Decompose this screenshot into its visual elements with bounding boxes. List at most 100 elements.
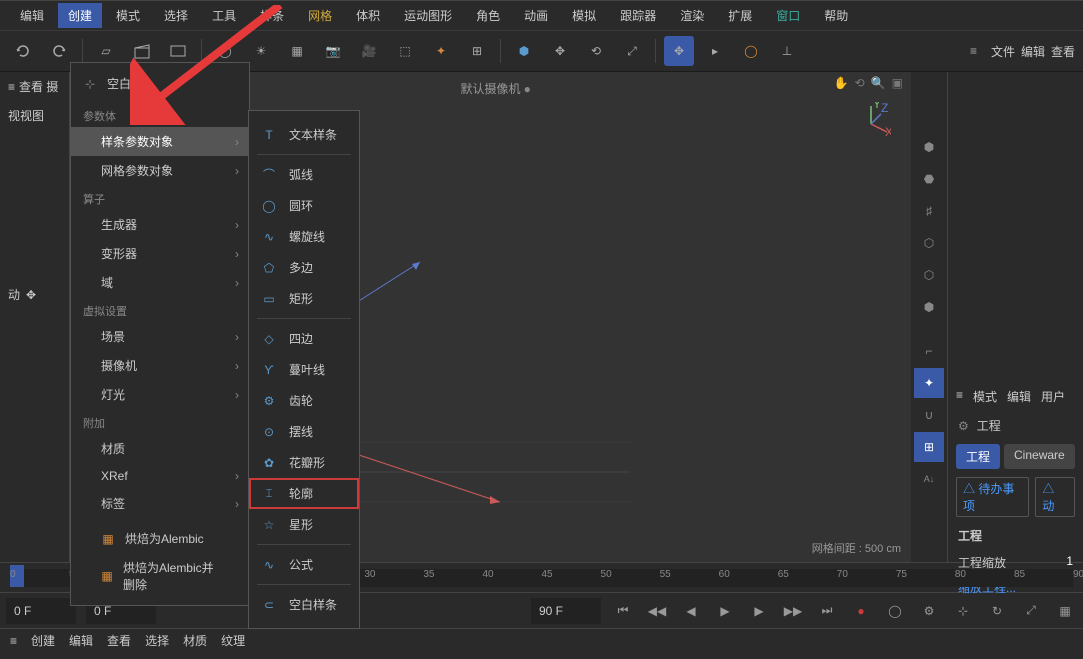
- tool-field[interactable]: ⊞: [462, 36, 492, 66]
- menu-volume[interactable]: 体积: [346, 3, 390, 28]
- attr-edit[interactable]: 编辑: [1007, 388, 1031, 405]
- sm-circle[interactable]: ◯圆环: [249, 190, 359, 221]
- panel-edit[interactable]: 编辑: [1021, 43, 1045, 60]
- sm-text[interactable]: T文本样条: [249, 119, 359, 150]
- tool-effector[interactable]: ✦: [426, 36, 456, 66]
- sm-empty-spline[interactable]: ⊂空白样条: [249, 589, 359, 620]
- mi-tag[interactable]: 标签›: [71, 489, 249, 518]
- hamburger-icon[interactable]: ≡: [970, 44, 977, 58]
- mi-deformer[interactable]: 变形器›: [71, 239, 249, 268]
- menu-simulate[interactable]: 模拟: [562, 3, 606, 28]
- sb-axis[interactable]: ⌐: [914, 336, 944, 366]
- bm-texture[interactable]: 纹理: [221, 632, 245, 649]
- bm-view[interactable]: 查看: [107, 632, 131, 649]
- sb-workplane[interactable]: ⊞: [914, 432, 944, 462]
- sm-cogwheel[interactable]: ⚙齿轮: [249, 385, 359, 416]
- sb-magnet[interactable]: ∪: [914, 400, 944, 430]
- menu-mode[interactable]: 模式: [106, 3, 150, 28]
- record-button[interactable]: ●: [849, 599, 873, 623]
- menu-tools[interactable]: 工具: [202, 3, 246, 28]
- play-button[interactable]: ▶: [713, 599, 737, 623]
- tool-axis[interactable]: ✥: [664, 36, 694, 66]
- bm-select[interactable]: 选择: [145, 632, 169, 649]
- menu-help[interactable]: 帮助: [814, 3, 858, 28]
- mi-bake-alembic-del[interactable]: ▦烘焙为Alembic并删除: [71, 553, 249, 599]
- left-row1[interactable]: 查看 摄: [19, 78, 58, 95]
- tool-camera2[interactable]: 🎥: [354, 36, 384, 66]
- tool-rotate[interactable]: ⟲: [581, 36, 611, 66]
- key-options-button[interactable]: ⚙: [917, 599, 941, 623]
- frame-end[interactable]: 90 F: [531, 598, 601, 624]
- menu-animate[interactable]: 动画: [514, 3, 558, 28]
- sm-profile[interactable]: ⌶轮廓: [249, 478, 359, 509]
- maximize-icon[interactable]: ▣: [892, 76, 903, 90]
- tool-light[interactable]: ☀: [246, 36, 276, 66]
- tool-scale[interactable]: ⤢: [617, 36, 647, 66]
- rotate-view-icon[interactable]: ⟲: [855, 76, 865, 90]
- tab-project[interactable]: 工程: [956, 444, 1000, 469]
- hamburger-icon[interactable]: ≡: [10, 634, 17, 648]
- mi-generator[interactable]: 生成器›: [71, 210, 249, 239]
- menu-extensions[interactable]: 扩展: [718, 3, 762, 28]
- key-pos-button[interactable]: ⊹: [951, 599, 975, 623]
- mi-bake-alembic[interactable]: ▦烘焙为Alembic: [71, 524, 249, 553]
- sm-cissoid[interactable]: Ƴ蔓叶线: [249, 354, 359, 385]
- zoom-icon[interactable]: 🔍: [871, 76, 886, 90]
- goto-end-button[interactable]: ⏭: [815, 599, 839, 623]
- sb-hex3[interactable]: ⬡: [914, 260, 944, 290]
- sm-star[interactable]: ☆星形: [249, 509, 359, 540]
- sm-rect[interactable]: ▭矩形: [249, 283, 359, 314]
- mi-scene[interactable]: 场景›: [71, 322, 249, 351]
- sm-flower[interactable]: ✿花瓣形: [249, 447, 359, 478]
- menu-edit[interactable]: 编辑: [10, 3, 54, 28]
- tool-cube[interactable]: ⬢: [509, 36, 539, 66]
- goto-start-button[interactable]: ⏮: [611, 599, 635, 623]
- sm-4side[interactable]: ◇四边: [249, 323, 359, 354]
- sm-formula[interactable]: ∿公式: [249, 549, 359, 580]
- sb-hex[interactable]: ⬣: [914, 164, 944, 194]
- mi-field[interactable]: 域›: [71, 268, 249, 297]
- tool-coord[interactable]: ⊥: [772, 36, 802, 66]
- sm-arc[interactable]: ⌒弧线: [249, 159, 359, 190]
- next-frame-button[interactable]: ▶: [747, 599, 771, 623]
- attr-user[interactable]: 用户: [1041, 388, 1065, 405]
- mi-material[interactable]: 材质: [71, 434, 249, 463]
- mi-spline-param[interactable]: 样条参数对象›: [71, 127, 249, 156]
- sm-helix[interactable]: ∿螺旋线: [249, 221, 359, 252]
- axis-gizmo[interactable]: Y X Z: [851, 102, 891, 142]
- tool-move[interactable]: ✥: [545, 36, 575, 66]
- tool-circle[interactable]: ◯: [736, 36, 766, 66]
- tab-cineware[interactable]: Cineware: [1004, 444, 1075, 469]
- tool-cloner[interactable]: ⬚: [390, 36, 420, 66]
- mi-light[interactable]: 灯光›: [71, 380, 249, 409]
- sm-cycloid[interactable]: ⊙摆线: [249, 416, 359, 447]
- bm-create[interactable]: 创建: [31, 632, 55, 649]
- prev-frame-button[interactable]: ◀: [679, 599, 703, 623]
- key-param-button[interactable]: ▦: [1053, 599, 1077, 623]
- undo-button[interactable]: [8, 36, 38, 66]
- menu-mograph[interactable]: 运动图形: [394, 3, 462, 28]
- key-rot-button[interactable]: ↻: [985, 599, 1009, 623]
- frame-start[interactable]: 0 F: [6, 598, 76, 624]
- mi-camera[interactable]: 摄像机›: [71, 351, 249, 380]
- mi-mesh-param[interactable]: 网格参数对象›: [71, 156, 249, 185]
- sb-grid[interactable]: ♯: [914, 196, 944, 226]
- menu-character[interactable]: 角色: [466, 3, 510, 28]
- left-row2[interactable]: 视视图: [0, 101, 69, 130]
- hand-icon[interactable]: ✋: [834, 76, 849, 90]
- menu-create[interactable]: 创建: [58, 3, 102, 28]
- menu-tracker[interactable]: 跟踪器: [610, 3, 666, 28]
- bm-material[interactable]: 材质: [183, 632, 207, 649]
- move-icon[interactable]: ✥: [26, 288, 36, 302]
- panel-view[interactable]: 查看: [1051, 43, 1075, 60]
- hamburger-icon[interactable]: ≡: [8, 80, 15, 94]
- mi-empty[interactable]: ⊹ 空白: [71, 69, 249, 98]
- tool-floor[interactable]: ▦: [282, 36, 312, 66]
- tool-play[interactable]: ▸: [700, 36, 730, 66]
- link-todo[interactable]: △ 待办事项: [956, 477, 1029, 517]
- menu-mesh[interactable]: 网格: [298, 3, 342, 28]
- link-dyn[interactable]: △ 动: [1035, 477, 1075, 517]
- sb-hex4[interactable]: ⬢: [914, 292, 944, 322]
- mi-xref[interactable]: XRef›: [71, 463, 249, 489]
- hamburger-icon[interactable]: ≡: [956, 388, 963, 405]
